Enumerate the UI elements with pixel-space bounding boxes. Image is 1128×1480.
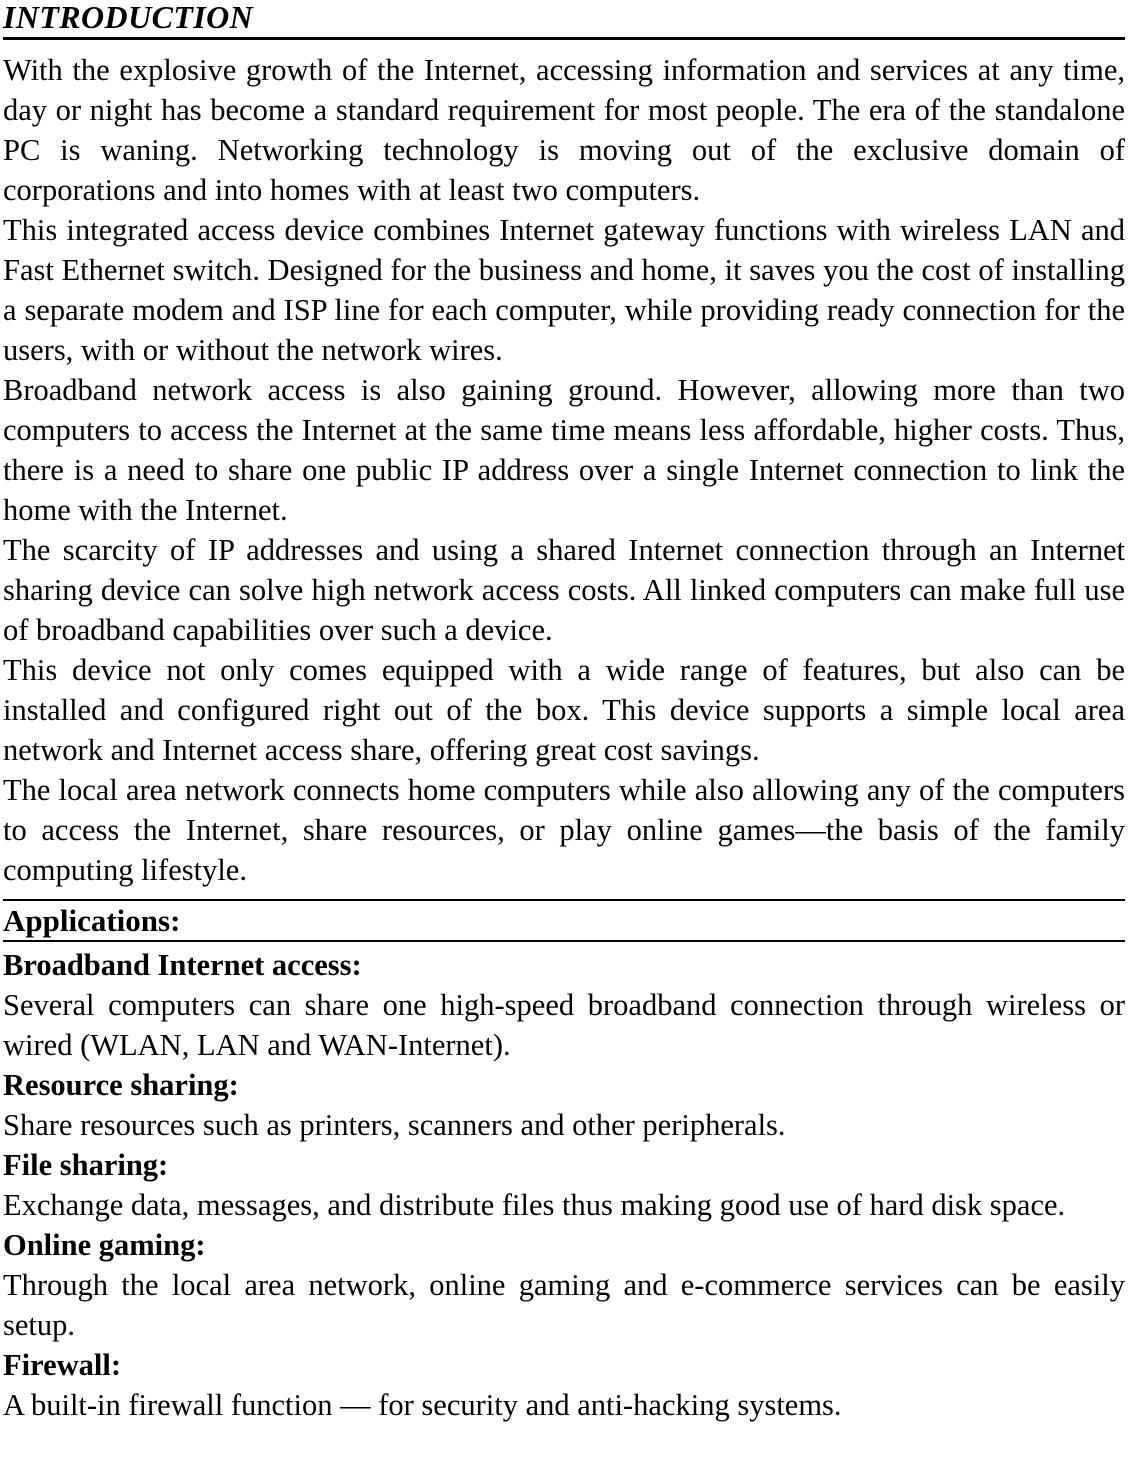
application-item-resource-sharing: Resource sharing: Share resources such a… <box>3 1065 1125 1145</box>
application-item-firewall: Firewall: A built-in firewall function —… <box>3 1345 1125 1425</box>
application-description: Through the local area network, online g… <box>3 1268 1125 1342</box>
application-title: Resource sharing: <box>3 1068 239 1102</box>
applications-list: Broadband Internet access: Several compu… <box>3 942 1125 1425</box>
intro-paragraph-1: With the explosive growth of the Interne… <box>3 53 1125 207</box>
application-item-broadband-internet-access: Broadband Internet access: Several compu… <box>3 945 1125 1065</box>
application-description: A built-in firewall function — for secur… <box>3 1388 842 1422</box>
page-title: INTRODUCTION <box>3 0 254 35</box>
document-page: INTRODUCTION With the explosive growth o… <box>0 0 1128 1480</box>
intro-paragraph-2: This integrated access device combines I… <box>3 213 1125 367</box>
application-description: Share resources such as printers, scanne… <box>3 1108 786 1142</box>
title-divider <box>3 37 1125 40</box>
application-description: Exchange data, messages, and distribute … <box>3 1188 1066 1222</box>
applications-heading: Applications: <box>3 903 181 938</box>
application-description: Several computers can share one high-spe… <box>3 988 1125 1062</box>
application-item-file-sharing: File sharing: Exchange data, messages, a… <box>3 1145 1125 1225</box>
intro-paragraph-4: The scarcity of IP addresses and using a… <box>3 533 1125 647</box>
intro-paragraph-6: The local area network connects home com… <box>3 773 1125 887</box>
application-title: Online gaming: <box>3 1228 206 1262</box>
applications-heading-block: Applications: <box>3 899 1125 942</box>
application-item-online-gaming: Online gaming: Through the local area ne… <box>3 1225 1125 1345</box>
application-title: File sharing: <box>3 1148 169 1182</box>
application-title: Broadband Internet access: <box>3 948 362 982</box>
intro-paragraph-5: This device not only comes equipped with… <box>3 653 1125 767</box>
application-title: Firewall: <box>3 1348 122 1382</box>
intro-paragraph-3: Broadband network access is also gaining… <box>3 373 1125 527</box>
